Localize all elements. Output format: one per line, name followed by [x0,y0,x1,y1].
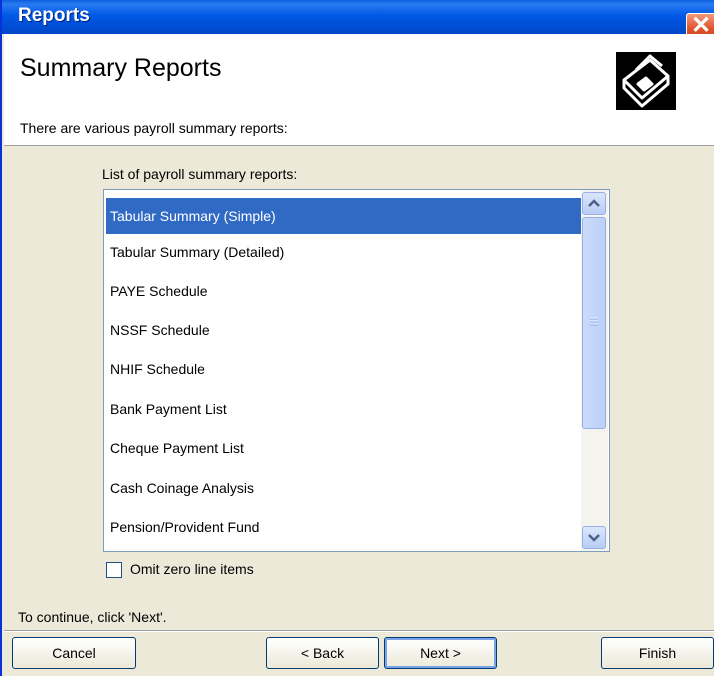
list-item[interactable]: Tabular Summary (Detailed) [106,234,582,270]
list-item[interactable]: Pension/Provident Fund [106,509,582,545]
page-title: Summary Reports [20,54,222,82]
grip-icon [590,317,598,326]
list-item[interactable]: Cheque Payment List [106,430,582,466]
printer-icon [616,52,676,110]
scroll-thumb[interactable] [582,217,606,429]
cancel-button[interactable]: Cancel [12,637,136,669]
chevron-up-icon [588,199,600,207]
footer-divider [4,630,714,632]
window-title: Reports [18,5,90,26]
list-scrollbar[interactable] [581,190,608,551]
list-item[interactable]: Cash Coinage Analysis [106,470,582,506]
list-caption: List of payroll summary reports: [102,166,298,182]
report-dialog: Reports ✕ Summary Reports There are vari… [0,0,714,676]
list-item[interactable]: NSSF Schedule [106,312,582,348]
next-button[interactable]: Next > [384,637,497,669]
omit-zero-label[interactable]: Omit zero line items [130,561,254,577]
scroll-up-button[interactable] [582,192,606,215]
title-bar[interactable]: Reports ✕ [2,0,714,41]
chevron-down-icon [588,534,600,542]
list-item[interactable]: Bank Payment List [106,391,582,427]
page-description: There are various payroll summary report… [20,120,288,136]
omit-zero-checkbox[interactable] [106,562,122,578]
report-list[interactable]: Tabular Summary (Simple) Tabular Summary… [103,189,610,552]
list-item[interactable]: NHIF Schedule [106,351,582,387]
finish-button[interactable]: Finish [601,637,714,669]
list-item[interactable]: Tabular Summary (Simple) [106,198,582,234]
list-item[interactable]: PAYE Schedule [106,273,582,309]
header-panel: Summary Reports There are various payrol… [4,34,714,146]
back-button[interactable]: < Back [266,637,379,669]
footer-instruction: To continue, click 'Next'. [18,609,167,625]
scroll-down-button[interactable] [582,526,606,549]
